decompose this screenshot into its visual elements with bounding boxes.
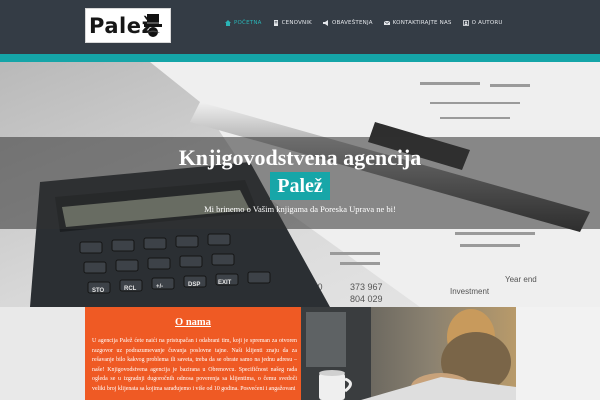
right-margin <box>516 307 600 400</box>
main-nav: POČETNA CENOVNIK OBAVEŠTENJA KONTAKTIRAJ… <box>225 20 514 26</box>
about-section: O nama U agencija Palež ćete naići na pr… <box>85 307 301 400</box>
hero-title: Knjigovodstvena agencija <box>178 145 422 170</box>
svg-text:804 029: 804 029 <box>350 294 383 304</box>
nav-item-label: POČETNA <box>234 20 262 26</box>
hero-brand-badge: Palež <box>270 172 330 200</box>
about-title: O nama <box>175 317 211 328</box>
nav-item-kontakt[interactable]: KONTAKTIRAJTE NAS <box>383 20 452 26</box>
top-hat-mustache-icon <box>144 14 162 37</box>
left-margin <box>0 307 85 400</box>
svg-text:Investment: Investment <box>450 287 490 296</box>
nav-item-cenovnik[interactable]: CENOVNIK <box>273 20 312 26</box>
svg-text:DSP: DSP <box>188 282 200 288</box>
about-photo <box>301 307 516 400</box>
megaphone-icon <box>322 20 328 26</box>
svg-text:RCL: RCL <box>124 286 137 292</box>
user-icon <box>462 20 469 26</box>
nav-item-o-autoru[interactable]: O AUTORU <box>462 20 503 26</box>
svg-text:Year end: Year end <box>505 275 537 284</box>
about-text: U agencija Palež ćete naići na pristupač… <box>92 338 297 392</box>
hero-banner: 339 970 373 967 250 969 804 029 Investme… <box>0 62 600 307</box>
nav-item-label: CENOVNIK <box>281 20 312 26</box>
logo[interactable]: Palež <box>85 8 171 43</box>
svg-text:+/-: +/- <box>156 284 163 290</box>
accent-bar <box>0 54 600 62</box>
envelope-icon <box>383 20 390 25</box>
svg-text:STO: STO <box>92 288 105 294</box>
office-photo-image <box>301 307 516 400</box>
svg-text:EXIT: EXIT <box>218 280 232 286</box>
top-navbar: Palež POČETNA CENOVNIK OBAVEŠTENJA KONTA… <box>0 0 600 54</box>
nav-item-pocetna[interactable]: POČETNA <box>225 20 262 26</box>
nav-item-obavestenja[interactable]: OBAVEŠTENJA <box>322 20 373 26</box>
nav-item-label: KONTAKTIRAJTE NAS <box>392 20 452 26</box>
nav-item-label: OBAVEŠTENJA <box>331 20 373 26</box>
nav-item-label: O AUTORU <box>471 20 503 26</box>
hero-subtitle: Mi brinemo o Vašim knjigama da Poreska U… <box>204 204 396 214</box>
document-icon <box>273 20 278 26</box>
home-icon <box>225 20 231 26</box>
svg-text:373 967: 373 967 <box>350 282 383 292</box>
